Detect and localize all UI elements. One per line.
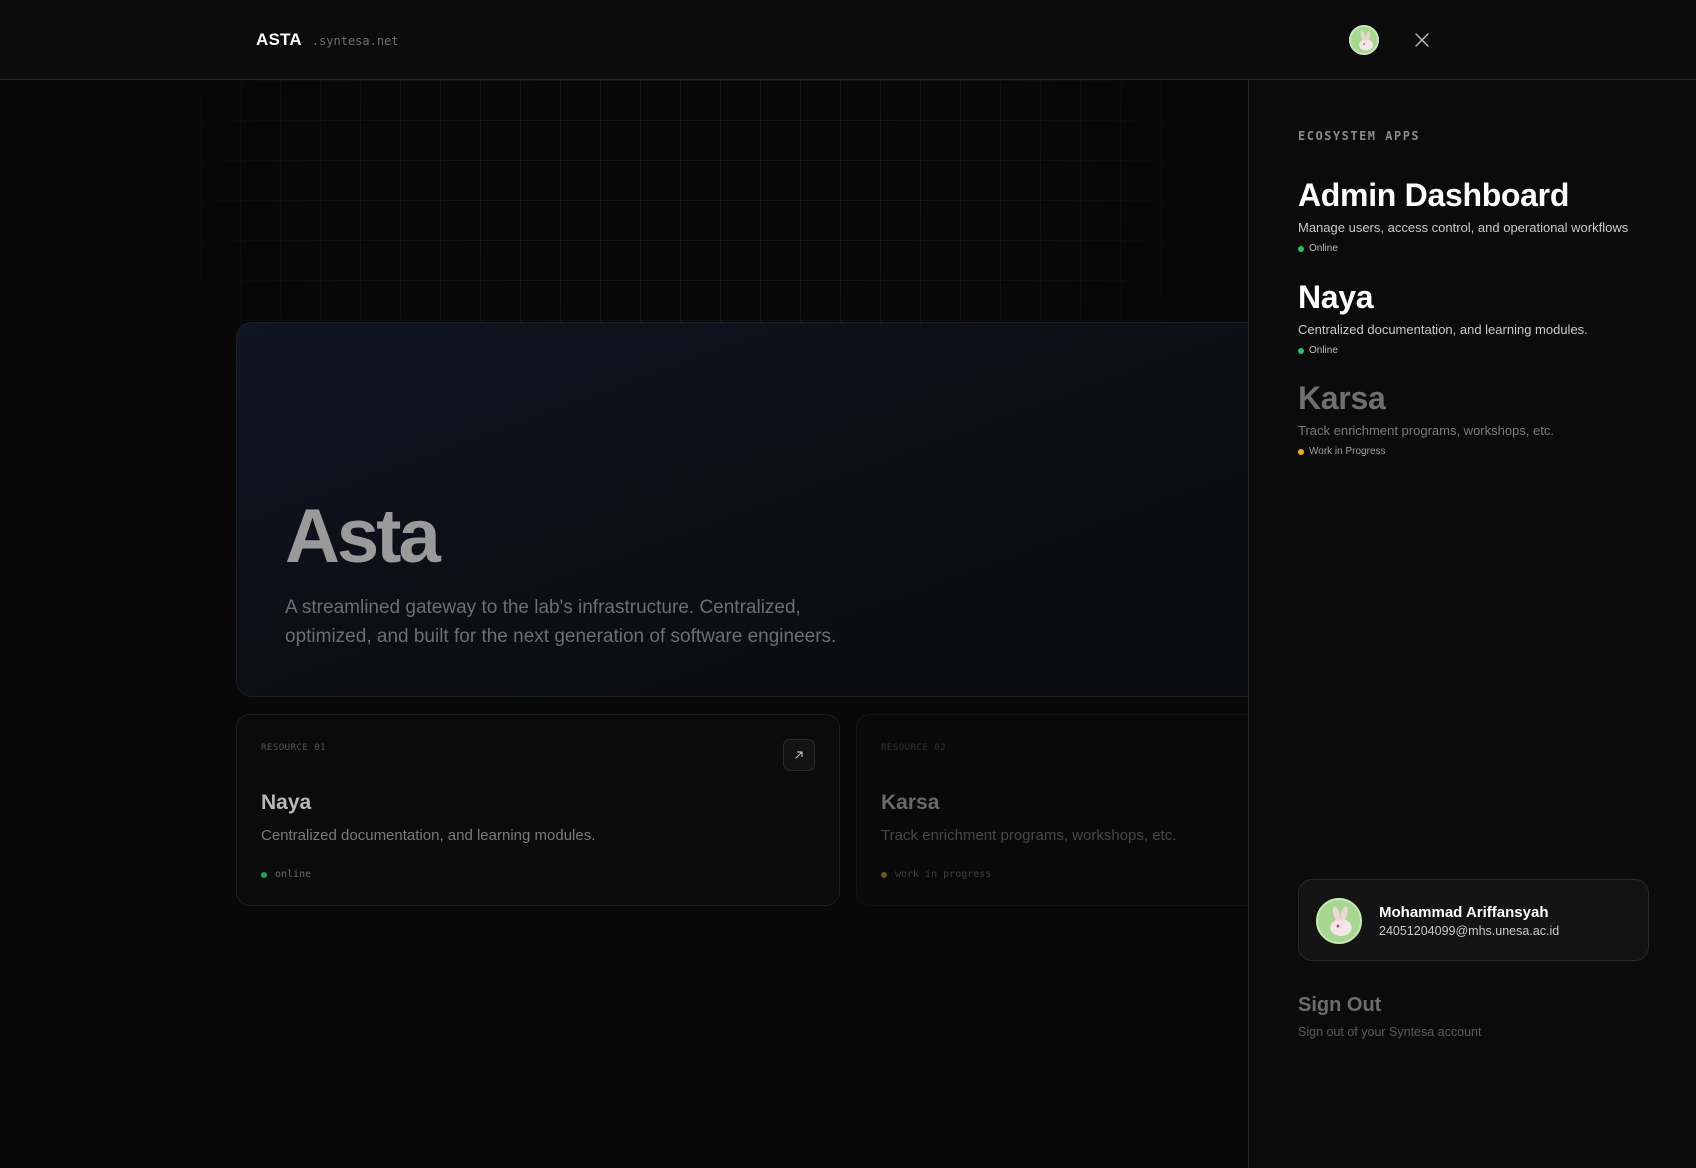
resource-status: online [261, 869, 311, 880]
app-status: Work in Progress [1298, 446, 1678, 457]
rabbit-avatar-icon [1359, 31, 1373, 51]
app-status: Online [1298, 345, 1678, 356]
app-description: Track enrichment programs, workshops, et… [1298, 423, 1554, 438]
app-status: Online [1298, 243, 1678, 254]
app-title: Karsa [1298, 380, 1386, 416]
status-text: online [275, 869, 312, 880]
app-description: Centralized documentation, and learning … [1298, 322, 1588, 337]
sign-out-button[interactable]: Sign Out Sign out of your Syntesa accoun… [1298, 994, 1481, 1039]
user-name: Mohammad Ariffansyah [1379, 904, 1549, 921]
status-dot [881, 871, 887, 878]
arrow-up-right-icon [795, 751, 803, 759]
brand-name: ASTA [256, 30, 302, 49]
status-text: Online [1309, 243, 1338, 254]
status-text: Online [1309, 345, 1338, 356]
status-dot [1298, 448, 1304, 455]
rabbit-avatar-icon [1330, 906, 1352, 937]
user-email: 24051204099@mhs.unesa.ac.id [1379, 924, 1560, 938]
status-dot [261, 871, 267, 878]
brand[interactable]: ASTA .syntesa.net [256, 30, 399, 50]
user-avatar-button[interactable] [1349, 25, 1379, 55]
top-bar: ASTA .syntesa.net [0, 0, 1696, 80]
open-resource-button[interactable] [783, 739, 815, 771]
resource-description: Track enrichment programs, workshops, et… [881, 827, 1177, 844]
app-karsa[interactable]: Karsa Track enrichment programs, worksho… [1298, 379, 1678, 457]
resource-title: Karsa [881, 791, 940, 814]
resource-description: Centralized documentation, and learning … [261, 827, 596, 844]
resource-label: RESOURCE 02 [881, 743, 947, 753]
status-text: Work in Progress [1309, 446, 1386, 457]
resource-title: Naya [261, 791, 312, 814]
user-card[interactable]: Mohammad Ariffansyah 24051204099@mhs.une… [1298, 879, 1649, 961]
app-title: Naya [1298, 279, 1374, 315]
status-dot [1298, 245, 1304, 252]
sign-out-description: Sign out of your Syntesa account [1298, 1025, 1482, 1039]
hero-card: Asta A streamlined gateway to the lab's … [236, 322, 1276, 697]
hero-description: A streamlined gateway to the lab's infra… [285, 597, 837, 647]
avatar [1316, 898, 1362, 944]
status-dot [1298, 347, 1304, 354]
hero-title: Asta [285, 494, 441, 579]
app-description: Manage users, access control, and operat… [1298, 220, 1629, 235]
resource-label: RESOURCE 01 [261, 743, 327, 753]
close-icon [1415, 33, 1429, 47]
panel-heading: ECOSYSTEM APPS [1298, 129, 1421, 143]
resource-card-naya[interactable]: RESOURCE 01 Naya Centralized documentati… [236, 714, 840, 906]
ecosystem-panel: ECOSYSTEM APPS Admin Dashboard Manage us… [1248, 80, 1696, 1168]
status-text: work in progress [895, 869, 992, 880]
resource-status: work in progress [881, 869, 991, 880]
sign-out-title: Sign Out [1298, 994, 1382, 1016]
app-naya[interactable]: Naya Centralized documentation, and lear… [1298, 278, 1678, 356]
app-admin-dashboard[interactable]: Admin Dashboard Manage users, access con… [1298, 176, 1678, 254]
brand-domain: .syntesa.net [311, 34, 399, 48]
close-panel-button[interactable] [1410, 28, 1434, 52]
app-title: Admin Dashboard [1298, 177, 1570, 213]
